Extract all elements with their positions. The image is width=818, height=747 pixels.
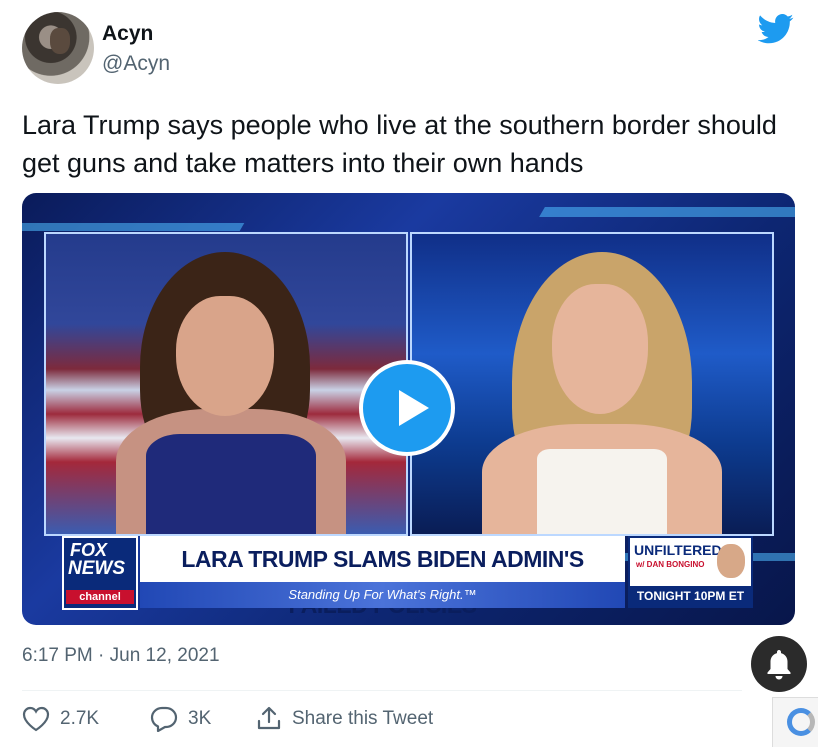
bell-icon [767,650,791,680]
fox-news-logo: FOX NEWS channel [62,536,138,610]
like-button[interactable]: 2.7K [22,704,99,734]
like-count: 2.7K [60,708,100,729]
show-promo: UNFILTERED w/ DAN BONGINO TONIGHT 10PM E… [628,536,753,608]
reply-icon [150,706,178,732]
logo-channel-text: channel [66,590,134,604]
guest-figure-top [537,449,667,534]
share-icon [257,706,281,730]
avatar[interactable] [22,12,94,84]
share-button[interactable]: Share this Tweet [256,704,433,734]
play-icon[interactable] [359,360,455,456]
promo-host: w/ DAN BONGINO [636,560,705,569]
notification-button[interactable] [751,636,807,692]
chyron-headline: LARA TRUMP SLAMS BIDEN ADMIN'S FAILED PO… [140,536,625,618]
tweet-timestamp[interactable]: 6:17 PM · Jun 12, 2021 [22,645,220,667]
news-chyron: FOX NEWS channel LARA TRUMP SLAMS BIDEN … [62,536,755,618]
host-figure-dress [146,434,316,534]
tweet-card: Acyn @Acyn Lara Trump says people who li… [0,0,818,747]
divider [22,690,742,691]
background-stripe [22,223,245,231]
host-figure-face [176,296,274,416]
recaptcha-badge[interactable] [772,697,818,747]
video-panel-guest [410,232,774,536]
twitter-bird-icon[interactable] [758,14,794,44]
reply-button[interactable]: 3K [150,704,211,734]
author-name[interactable]: Acyn [102,22,153,46]
heart-icon [22,706,50,732]
promo-time: TONIGHT 10PM ET [630,586,751,606]
share-label: Share this Tweet [292,708,434,729]
tweet-text: Lara Trump says people who live at the s… [22,110,777,178]
reply-count: 3K [188,708,212,729]
guest-figure-face [552,284,648,414]
recaptcha-icon [787,708,815,736]
promo-host-photo [717,544,745,578]
chyron-subline: Standing Up For What's Right.™ [140,582,625,608]
promo-title: UNFILTERED [634,542,722,558]
author-handle[interactable]: @Acyn [102,52,170,76]
background-stripe [539,207,795,217]
logo-news-text: NEWS [68,558,125,579]
video-player[interactable]: FOX NEWS channel LARA TRUMP SLAMS BIDEN … [22,193,795,625]
video-panel-host [44,232,408,536]
